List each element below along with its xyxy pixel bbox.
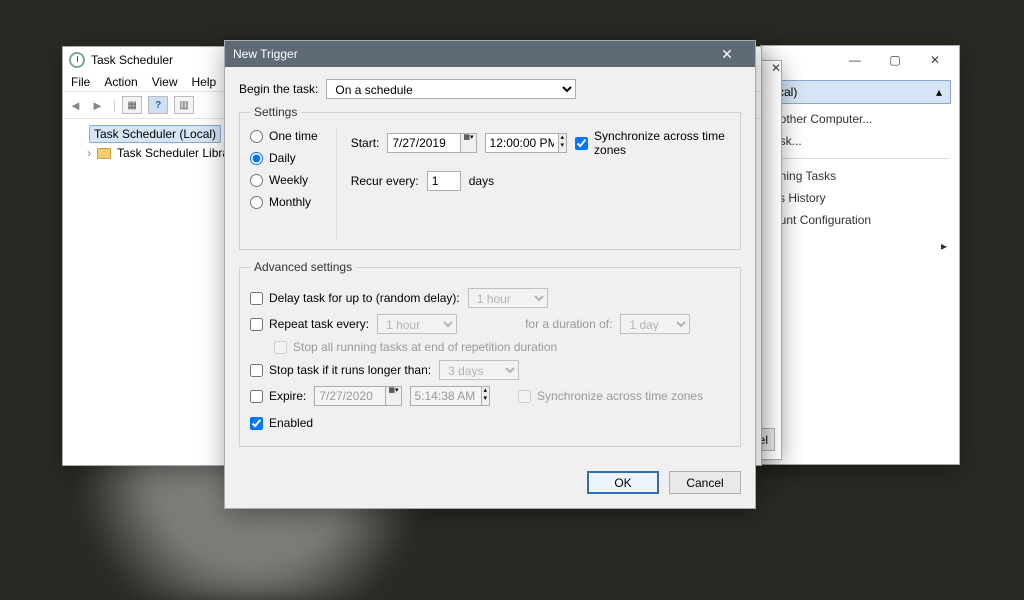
recur-label: Recur every:: [351, 174, 419, 188]
stop-all-checkbox: Stop all running tasks at end of repetit…: [274, 340, 557, 354]
enabled-checkbox[interactable]: Enabled: [250, 416, 313, 430]
settings-legend: Settings: [250, 105, 301, 119]
back-button[interactable]: ◄: [69, 98, 85, 113]
duration-value-select: 1 day: [620, 314, 690, 334]
action-item[interactable]: nother Computer...: [771, 108, 949, 130]
start-date-input[interactable]: [387, 133, 461, 153]
expire-date-input: [314, 386, 386, 406]
repeat-value-select: 1 hour: [377, 314, 457, 334]
settings-group: Settings One time Daily Weekly Monthly S…: [239, 105, 741, 250]
toolbar-button[interactable]: ▥: [174, 96, 194, 114]
schedule-one-time[interactable]: One time: [250, 129, 318, 143]
new-trigger-dialog: New Trigger ✕ Begin the task: On a sched…: [224, 40, 756, 509]
delay-value-select: 1 hour: [468, 288, 548, 308]
actions-pane-window: — ▢ ✕ cal)▴ nother Computer... ask... nn…: [760, 45, 960, 465]
expire-time-input: [410, 386, 482, 406]
repeat-checkbox[interactable]: Repeat task every:: [250, 317, 369, 331]
action-item[interactable]: ount Configuration: [771, 209, 949, 231]
schedule-daily[interactable]: Daily: [250, 151, 318, 165]
menu-file[interactable]: File: [71, 75, 90, 89]
ok-button[interactable]: OK: [587, 471, 659, 494]
delay-checkbox[interactable]: Delay task for up to (random delay):: [250, 291, 460, 305]
maximize-button[interactable]: ▢: [875, 49, 915, 71]
close-button[interactable]: ✕: [756, 61, 796, 83]
menu-help[interactable]: Help: [192, 75, 217, 89]
help-button[interactable]: ?: [148, 96, 168, 114]
minimize-button[interactable]: —: [835, 49, 875, 71]
stop-if-value-select: 3 days: [439, 360, 519, 380]
menu-view[interactable]: View: [152, 75, 178, 89]
actions-pane-header[interactable]: cal)▴: [769, 80, 951, 104]
clock-icon: [71, 127, 85, 141]
action-item[interactable]: nning Tasks: [771, 165, 949, 187]
start-label: Start:: [351, 136, 380, 150]
dialog-title: New Trigger: [233, 47, 298, 61]
recur-value-input[interactable]: [427, 171, 461, 191]
recur-unit: days: [469, 174, 494, 188]
tree-item-library[interactable]: Task Scheduler Library: [117, 146, 239, 160]
menu-action[interactable]: Action: [104, 75, 137, 89]
cancel-button[interactable]: Cancel: [669, 471, 741, 494]
toolbar-button[interactable]: ▦: [122, 96, 142, 114]
action-item[interactable]: ks History: [771, 187, 949, 209]
begin-task-select[interactable]: On a schedule: [326, 79, 576, 99]
advanced-legend: Advanced settings: [250, 260, 356, 274]
clock-icon: [69, 52, 85, 68]
sync-timezones-checkbox[interactable]: Synchronize across time zones: [575, 129, 730, 157]
start-time-input[interactable]: [485, 133, 559, 153]
close-button[interactable]: ✕: [915, 49, 955, 71]
action-item[interactable]: ask...: [771, 130, 949, 152]
tree-root[interactable]: Task Scheduler (Local): [89, 125, 221, 143]
duration-label: for a duration of:: [525, 317, 612, 331]
advanced-settings-group: Advanced settings Delay task for up to (…: [239, 260, 741, 447]
forward-button[interactable]: ►: [91, 98, 107, 113]
expire-checkbox[interactable]: Expire:: [250, 389, 306, 403]
schedule-weekly[interactable]: Weekly: [250, 173, 318, 187]
close-icon[interactable]: ✕: [707, 46, 747, 63]
expire-sync-checkbox: Synchronize across time zones: [518, 389, 703, 403]
window-title: Task Scheduler: [91, 53, 173, 67]
folder-icon: [97, 148, 111, 159]
stop-if-checkbox[interactable]: Stop task if it runs longer than:: [250, 363, 431, 377]
schedule-monthly[interactable]: Monthly: [250, 195, 318, 209]
begin-task-label: Begin the task:: [239, 82, 318, 96]
expand-arrow-icon[interactable]: ▸: [761, 235, 959, 257]
